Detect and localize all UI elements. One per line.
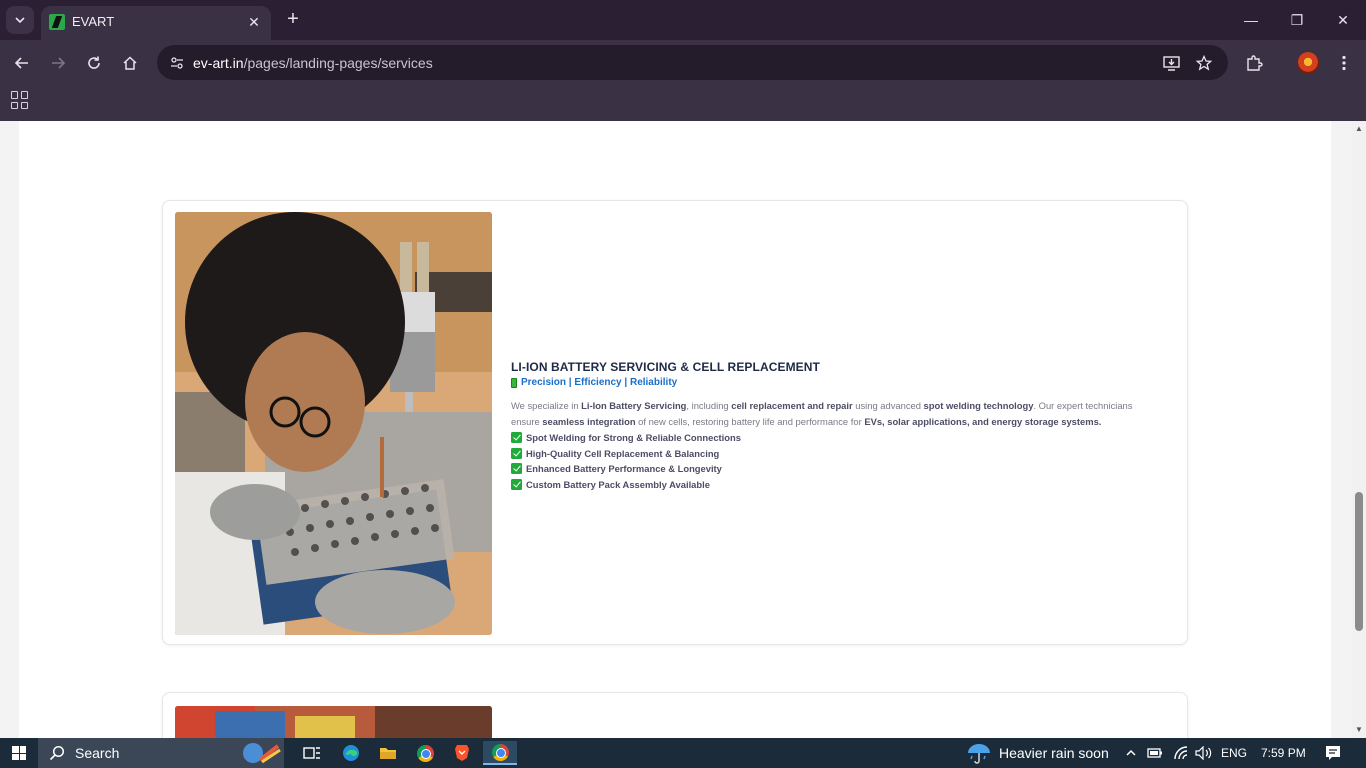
scrollbar-thumb[interactable] [1355, 492, 1363, 631]
folder-icon [380, 748, 396, 759]
checkmark-icon [511, 478, 522, 490]
browser-tab[interactable]: EVART ✕ [41, 6, 271, 40]
service-details: LI-ION BATTERY SERVICING & CELL REPLACEM… [511, 360, 1151, 492]
reload-icon [88, 56, 100, 69]
scroll-down-icon[interactable]: ▼ [1352, 722, 1366, 738]
back-button[interactable] [9, 50, 35, 76]
feature-item: High-Quality Cell Replacement & Balancin… [511, 446, 1151, 462]
task-view-icon [303, 747, 320, 759]
page-content: LI-ION BATTERY SERVICING & CELL REPLACEM… [19, 121, 1331, 738]
checkmark-icon [511, 432, 522, 444]
site-info-button[interactable] [165, 51, 189, 75]
file-explorer-app[interactable] [375, 741, 401, 765]
arrow-left-icon [14, 57, 28, 69]
tab-bar: EVART ✕ + — ❐ ✕ [0, 0, 1366, 40]
search-icon [49, 745, 65, 761]
tab-search-button[interactable] [6, 6, 34, 34]
edge-app[interactable] [338, 741, 364, 765]
battery-status-icon[interactable] [1147, 747, 1163, 759]
puzzle-icon [1247, 55, 1263, 71]
search-highlight-icon [243, 743, 281, 764]
clock[interactable]: 7:59 PM [1261, 746, 1306, 760]
language-indicator[interactable]: ENG [1221, 746, 1247, 760]
notification-icon[interactable] [1325, 745, 1341, 761]
windows-taskbar: Search Heavier rain soon ENG 7:59 PM [0, 738, 1366, 768]
chrome-icon [416, 744, 434, 762]
page-scrollbar[interactable]: ▲ ▼ [1352, 121, 1366, 738]
service-subtitle-text: Precision | Efficiency | Reliability [521, 377, 678, 388]
battery-icon [511, 377, 517, 388]
service-description: We specialize in Li-Ion Battery Servicin… [511, 400, 1133, 427]
technician-welding-image [175, 212, 492, 635]
weather-umbrella-icon[interactable] [966, 742, 992, 764]
close-window-button[interactable]: ✕ [1330, 8, 1356, 32]
brave-lion-icon [455, 745, 469, 761]
browser-menu-button[interactable] [1331, 50, 1357, 76]
star-icon [1196, 55, 1212, 71]
chrome-app-active[interactable] [483, 741, 517, 765]
evart-favicon-icon [49, 14, 65, 30]
service-photo-technician [175, 212, 492, 635]
extensions-button[interactable] [1241, 50, 1267, 76]
url-text: ev-art.in/pages/landing-pages/services [193, 55, 433, 71]
url-domain: ev-art.in [193, 55, 244, 71]
workshop-image [175, 706, 492, 738]
tab-title: EVART [72, 14, 115, 29]
browser-toolbar: ev-art.in/pages/landing-pages/services [0, 40, 1366, 86]
service-title: LI-ION BATTERY SERVICING & CELL REPLACEM… [511, 360, 820, 374]
chevron-down-icon [15, 17, 25, 24]
more-vertical-icon [1342, 55, 1346, 71]
new-tab-button[interactable]: + [282, 8, 304, 30]
url-path: /pages/landing-pages/services [243, 55, 433, 71]
forward-button[interactable] [45, 50, 71, 76]
reload-button[interactable] [81, 50, 107, 76]
service-card [162, 692, 1188, 738]
checkmark-icon [511, 463, 522, 475]
chrome-icon [491, 743, 509, 761]
bookmarks-bar [0, 86, 1366, 121]
taskbar-search[interactable]: Search [38, 738, 284, 768]
tab-close-icon[interactable]: ✕ [245, 13, 263, 31]
service-photo-next [175, 706, 492, 738]
windows-logo-icon [12, 746, 26, 760]
checkmark-icon [511, 447, 522, 459]
weather-text[interactable]: Heavier rain soon [999, 745, 1109, 761]
restore-button[interactable]: ❐ [1284, 8, 1310, 32]
feature-item: Enhanced Battery Performance & Longevity [511, 461, 1151, 477]
address-bar[interactable]: ev-art.in/pages/landing-pages/services [157, 45, 1228, 80]
feature-item: Custom Battery Pack Assembly Available [511, 477, 1151, 493]
arrow-right-icon [52, 57, 66, 69]
edge-icon [343, 745, 359, 761]
chevron-up-icon[interactable] [1125, 747, 1137, 759]
avatar [1297, 52, 1319, 74]
home-icon [123, 56, 137, 70]
apps-grid-icon[interactable] [11, 91, 29, 109]
volume-icon[interactable] [1195, 746, 1213, 760]
tune-icon [171, 57, 183, 69]
minimize-button[interactable]: — [1238, 8, 1264, 32]
start-button[interactable] [0, 738, 38, 768]
service-subtitle: Precision | Efficiency | Reliability [511, 377, 1151, 388]
install-app-button[interactable] [1160, 52, 1182, 74]
chrome-app[interactable] [412, 741, 438, 765]
feature-list: Spot Welding for Strong & Reliable Conne… [511, 430, 1151, 492]
feature-item: Spot Welding for Strong & Reliable Conne… [511, 430, 1151, 446]
scroll-up-icon[interactable]: ▲ [1352, 121, 1366, 137]
task-view-button[interactable] [299, 741, 325, 765]
service-card: LI-ION BATTERY SERVICING & CELL REPLACEM… [162, 200, 1188, 645]
home-button[interactable] [117, 50, 143, 76]
bookmark-star-button[interactable] [1193, 52, 1215, 74]
taskbar-search-placeholder: Search [75, 745, 120, 761]
profile-button[interactable] [1295, 50, 1321, 76]
wifi-icon[interactable] [1173, 746, 1189, 760]
install-app-icon [1162, 55, 1180, 71]
page-viewport: LI-ION BATTERY SERVICING & CELL REPLACEM… [0, 121, 1366, 738]
brave-app[interactable] [449, 741, 475, 765]
